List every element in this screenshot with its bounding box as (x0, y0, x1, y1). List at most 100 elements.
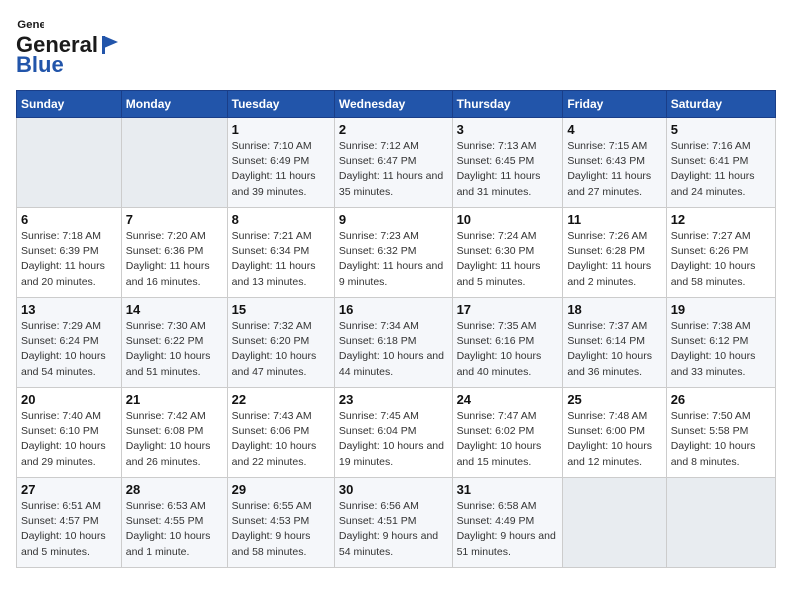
day-info: Sunrise: 7:23 AM Sunset: 6:32 PM Dayligh… (339, 229, 448, 290)
day-number: 5 (671, 122, 771, 137)
calendar-cell: 13Sunrise: 7:29 AM Sunset: 6:24 PM Dayli… (17, 298, 122, 388)
svg-text:General: General (17, 19, 44, 31)
day-number: 27 (21, 482, 117, 497)
day-info: Sunrise: 7:18 AM Sunset: 6:39 PM Dayligh… (21, 229, 117, 290)
day-info: Sunrise: 7:13 AM Sunset: 6:45 PM Dayligh… (457, 139, 559, 200)
day-number: 22 (232, 392, 330, 407)
day-info: Sunrise: 7:42 AM Sunset: 6:08 PM Dayligh… (126, 409, 223, 470)
day-info: Sunrise: 7:43 AM Sunset: 6:06 PM Dayligh… (232, 409, 330, 470)
calendar-cell: 8 Sunrise: 7:21 AM Sunset: 6:34 PM Daylig… (227, 208, 334, 298)
calendar-week-row: 6 Sunrise: 7:18 AM Sunset: 6:39 PM Daylig… (17, 208, 776, 298)
day-number: 25 (567, 392, 661, 407)
day-info: Sunrise: 7:30 AM Sunset: 6:22 PM Dayligh… (126, 319, 223, 380)
calendar-cell: 24Sunrise: 7:47 AM Sunset: 6:02 PM Dayli… (452, 388, 563, 478)
day-number: 13 (21, 302, 117, 317)
calendar-cell: 23 Sunrise: 7:45 AM Sunset: 6:04 PM Dayli… (334, 388, 452, 478)
calendar-cell: 16Sunrise: 7:34 AM Sunset: 6:18 PM Dayli… (334, 298, 452, 388)
day-info: Sunrise: 7:38 AM Sunset: 6:12 PM Dayligh… (671, 319, 771, 380)
calendar-cell: 18 Sunrise: 7:37 AM Sunset: 6:14 PM Dayli… (563, 298, 666, 388)
day-info: Sunrise: 7:35 AM Sunset: 6:16 PM Dayligh… (457, 319, 559, 380)
calendar-cell: 12 Sunrise: 7:27 AM Sunset: 6:26 PM Dayli… (666, 208, 775, 298)
day-number: 11 (567, 212, 661, 227)
day-info: Sunrise: 7:27 AM Sunset: 6:26 PM Dayligh… (671, 229, 771, 290)
day-number: 29 (232, 482, 330, 497)
calendar-cell: 14 Sunrise: 7:30 AM Sunset: 6:22 PM Dayli… (121, 298, 227, 388)
weekday-header-friday: Friday (563, 91, 666, 118)
calendar-cell: 31 Sunrise: 6:58 AM Sunset: 4:49 PM Dayli… (452, 478, 563, 568)
day-info: Sunrise: 6:51 AM Sunset: 4:57 PM Dayligh… (21, 499, 117, 560)
day-info: Sunrise: 7:12 AM Sunset: 6:47 PM Dayligh… (339, 139, 448, 200)
calendar-cell: 5 Sunrise: 7:16 AM Sunset: 6:41 PM Daylig… (666, 118, 775, 208)
calendar-table: SundayMondayTuesdayWednesdayThursdayFrid… (16, 90, 776, 568)
day-number: 1 (232, 122, 330, 137)
day-number: 24 (457, 392, 559, 407)
weekday-header-thursday: Thursday (452, 91, 563, 118)
day-info: Sunrise: 7:24 AM Sunset: 6:30 PM Dayligh… (457, 229, 559, 290)
day-info: Sunrise: 7:20 AM Sunset: 6:36 PM Dayligh… (126, 229, 223, 290)
day-number: 20 (21, 392, 117, 407)
day-number: 7 (126, 212, 223, 227)
day-info: Sunrise: 7:21 AM Sunset: 6:34 PM Dayligh… (232, 229, 330, 290)
calendar-cell: 7 Sunrise: 7:20 AM Sunset: 6:36 PM Daylig… (121, 208, 227, 298)
logo-icon: General (16, 18, 44, 32)
calendar-week-row: 27 Sunrise: 6:51 AM Sunset: 4:57 PM Dayli… (17, 478, 776, 568)
day-number: 31 (457, 482, 559, 497)
calendar-cell: 3 Sunrise: 7:13 AM Sunset: 6:45 PM Daylig… (452, 118, 563, 208)
calendar-cell (121, 118, 227, 208)
day-info: Sunrise: 7:10 AM Sunset: 6:49 PM Dayligh… (232, 139, 330, 200)
calendar-cell: 17 Sunrise: 7:35 AM Sunset: 6:16 PM Dayli… (452, 298, 563, 388)
calendar-cell: 30 Sunrise: 6:56 AM Sunset: 4:51 PM Dayli… (334, 478, 452, 568)
day-number: 9 (339, 212, 448, 227)
calendar-cell: 2 Sunrise: 7:12 AM Sunset: 6:47 PM Daylig… (334, 118, 452, 208)
day-number: 18 (567, 302, 661, 317)
calendar-cell: 21 Sunrise: 7:42 AM Sunset: 6:08 PM Dayli… (121, 388, 227, 478)
calendar-cell: 27 Sunrise: 6:51 AM Sunset: 4:57 PM Dayli… (17, 478, 122, 568)
calendar-cell: 28 Sunrise: 6:53 AM Sunset: 4:55 PM Dayli… (121, 478, 227, 568)
weekday-header-monday: Monday (121, 91, 227, 118)
calendar-cell: 26 Sunrise: 7:50 AM Sunset: 5:58 PM Dayli… (666, 388, 775, 478)
day-number: 30 (339, 482, 448, 497)
day-number: 21 (126, 392, 223, 407)
day-number: 8 (232, 212, 330, 227)
logo-flag-icon (100, 34, 120, 56)
day-info: Sunrise: 7:37 AM Sunset: 6:14 PM Dayligh… (567, 319, 661, 380)
day-number: 19 (671, 302, 771, 317)
day-info: Sunrise: 7:26 AM Sunset: 6:28 PM Dayligh… (567, 229, 661, 290)
day-info: Sunrise: 6:58 AM Sunset: 4:49 PM Dayligh… (457, 499, 559, 560)
day-number: 28 (126, 482, 223, 497)
calendar-cell: 29 Sunrise: 6:55 AM Sunset: 4:53 PM Dayli… (227, 478, 334, 568)
logo-blue: Blue (16, 52, 64, 78)
day-info: Sunrise: 7:34 AM Sunset: 6:18 PM Dayligh… (339, 319, 448, 380)
logo: General General Blue (16, 16, 120, 78)
calendar-week-row: 13Sunrise: 7:29 AM Sunset: 6:24 PM Dayli… (17, 298, 776, 388)
calendar-cell: 19 Sunrise: 7:38 AM Sunset: 6:12 PM Dayli… (666, 298, 775, 388)
day-number: 12 (671, 212, 771, 227)
day-number: 14 (126, 302, 223, 317)
day-info: Sunrise: 6:53 AM Sunset: 4:55 PM Dayligh… (126, 499, 223, 560)
day-info: Sunrise: 6:56 AM Sunset: 4:51 PM Dayligh… (339, 499, 448, 560)
calendar-week-row: 1 Sunrise: 7:10 AM Sunset: 6:49 PM Daylig… (17, 118, 776, 208)
day-info: Sunrise: 7:45 AM Sunset: 6:04 PM Dayligh… (339, 409, 448, 470)
day-number: 23 (339, 392, 448, 407)
calendar-cell (563, 478, 666, 568)
day-info: Sunrise: 7:16 AM Sunset: 6:41 PM Dayligh… (671, 139, 771, 200)
calendar-cell (666, 478, 775, 568)
weekday-header-sunday: Sunday (17, 91, 122, 118)
day-info: Sunrise: 7:50 AM Sunset: 5:58 PM Dayligh… (671, 409, 771, 470)
weekday-header-saturday: Saturday (666, 91, 775, 118)
day-number: 2 (339, 122, 448, 137)
calendar-cell: 6 Sunrise: 7:18 AM Sunset: 6:39 PM Daylig… (17, 208, 122, 298)
day-number: 6 (21, 212, 117, 227)
day-info: Sunrise: 7:32 AM Sunset: 6:20 PM Dayligh… (232, 319, 330, 380)
day-number: 4 (567, 122, 661, 137)
day-number: 26 (671, 392, 771, 407)
calendar-cell: 25Sunrise: 7:48 AM Sunset: 6:00 PM Dayli… (563, 388, 666, 478)
weekday-header-tuesday: Tuesday (227, 91, 334, 118)
day-number: 17 (457, 302, 559, 317)
day-info: Sunrise: 6:55 AM Sunset: 4:53 PM Dayligh… (232, 499, 330, 560)
day-number: 3 (457, 122, 559, 137)
calendar-cell: 15 Sunrise: 7:32 AM Sunset: 6:20 PM Dayli… (227, 298, 334, 388)
page-header: General General Blue (16, 16, 776, 78)
day-number: 15 (232, 302, 330, 317)
day-info: Sunrise: 7:15 AM Sunset: 6:43 PM Dayligh… (567, 139, 661, 200)
